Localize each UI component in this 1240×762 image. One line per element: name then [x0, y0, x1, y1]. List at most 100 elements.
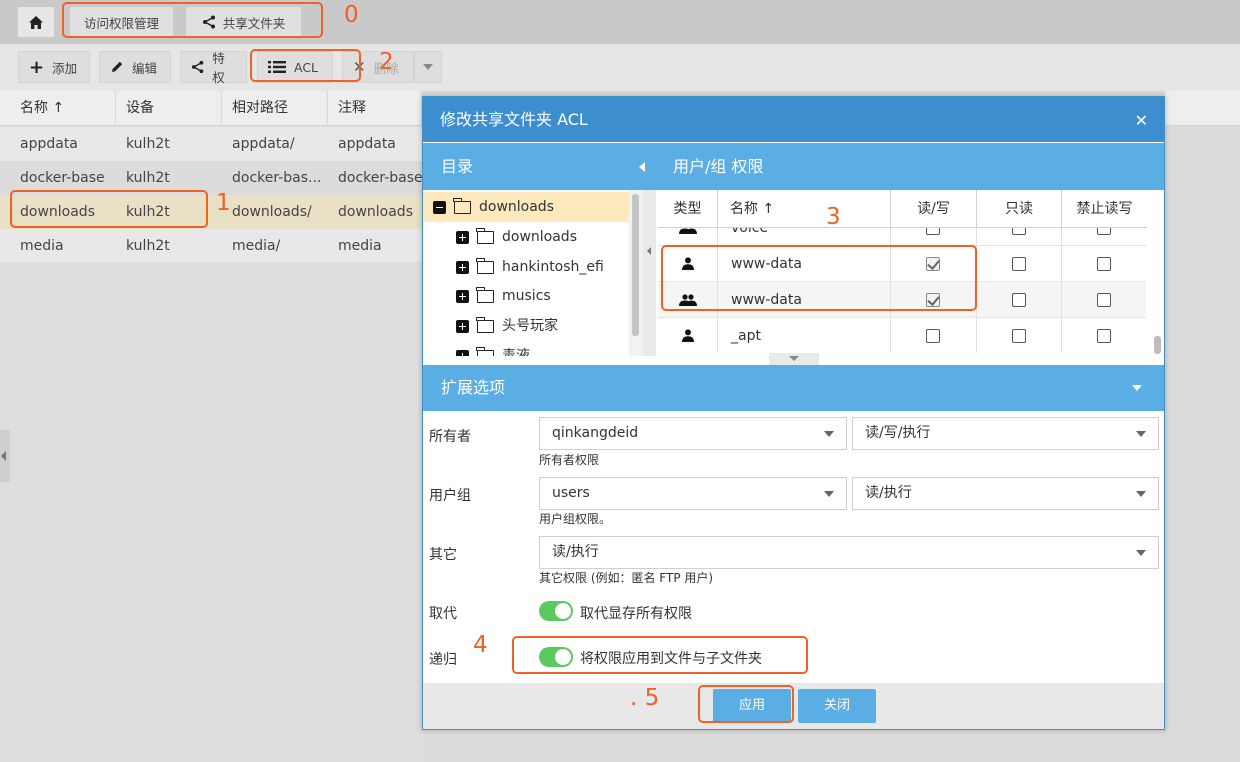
replace-text: 取代显存所有权限 [580, 606, 692, 622]
acl-scrollbar[interactable] [1152, 228, 1164, 356]
share-icon [191, 60, 204, 74]
expand-icon[interactable] [456, 230, 469, 244]
col-header-path[interactable]: 相对路径 [222, 91, 328, 126]
tree-node-label: downloads [502, 229, 577, 245]
collapse-left-icon[interactable] [639, 162, 645, 172]
directory-panel-header[interactable]: 目录 [423, 143, 655, 190]
folder-icon [476, 227, 494, 244]
cell-readwrite [891, 228, 977, 246]
tree-node[interactable]: 头号玩家 [423, 311, 558, 341]
add-button[interactable]: + 添加 [18, 51, 90, 83]
tree-node-root[interactable]: downloads [423, 192, 633, 222]
cell-path: downloads/ [232, 204, 312, 220]
chevron-down-icon [824, 491, 834, 497]
cell-device: kulh2t [126, 136, 170, 152]
readonly-checkbox[interactable] [1012, 257, 1026, 271]
edit-button[interactable]: 编辑 [99, 51, 171, 83]
deny-checkbox[interactable] [1097, 257, 1111, 271]
col-header-device[interactable]: 设备 [116, 91, 222, 126]
cell-readonly [977, 246, 1062, 282]
tree-node-label: hankintosh_efi [502, 259, 604, 275]
deny-checkbox[interactable] [1097, 329, 1111, 343]
cell-device: kulh2t [126, 238, 170, 254]
extended-options-title: 扩展选项 [441, 378, 506, 397]
collapse-handle[interactable] [0, 430, 10, 482]
tree-node[interactable]: downloads [423, 222, 577, 252]
table-row[interactable]: appdata kulh2t appdata/ appdata [0, 127, 422, 161]
acl-row[interactable]: _apt [658, 318, 1146, 353]
cell-path: docker-bas... [232, 170, 322, 186]
tree-scrollbar[interactable] [629, 190, 643, 356]
annotation-number-4: 4 [473, 632, 488, 658]
cell-path: appdata/ [232, 136, 295, 152]
owner-value: qinkangdeid [552, 425, 639, 441]
expand-icon[interactable] [456, 319, 469, 333]
cell-readwrite [891, 318, 977, 353]
acl-col-readonly[interactable]: 只读 [977, 190, 1062, 228]
col-header-name[interactable]: 名称 ↑ [10, 91, 116, 126]
collapse-icon[interactable] [433, 200, 446, 214]
acl-col-readwrite[interactable]: 读/写 [891, 190, 977, 228]
chevron-down-icon [423, 64, 433, 70]
dialog-title: 修改共享文件夹 ACL [440, 110, 588, 129]
acl-name: voice [718, 228, 891, 246]
more-dropdown-button[interactable] [414, 51, 442, 83]
other-permission-value: 读/执行 [552, 544, 599, 560]
privilege-button[interactable]: 特权 [180, 51, 247, 85]
tree-node[interactable]: 毒液 [423, 341, 530, 356]
tree-node[interactable]: musics [423, 281, 551, 311]
expand-icon[interactable] [456, 349, 469, 356]
add-label: 添加 [52, 60, 78, 76]
expand-down-handle[interactable] [769, 353, 819, 365]
folder-icon [476, 257, 494, 274]
annotation-number-0: 0 [344, 2, 359, 28]
extended-options-header[interactable]: 扩展选项 [423, 365, 1164, 411]
acl-col-type[interactable]: 类型 [658, 190, 718, 228]
acl-row[interactable]: voice [658, 228, 1146, 246]
readonly-checkbox[interactable] [1012, 329, 1026, 343]
tree-node[interactable]: hankintosh_efi [423, 252, 604, 282]
readwrite-checkbox[interactable] [926, 329, 940, 343]
annotation-box-0 [62, 2, 323, 38]
col-header-comment[interactable]: 注释 [328, 91, 422, 126]
tree-node-label: musics [502, 288, 551, 304]
table-empty-area [0, 262, 422, 762]
cell-name: appdata [20, 136, 78, 152]
chevron-down-icon [1136, 550, 1146, 556]
expand-icon[interactable] [456, 289, 469, 303]
table-row[interactable]: media kulh2t media/ media [0, 229, 422, 263]
readwrite-checkbox[interactable] [926, 228, 940, 235]
cell-readonly [977, 318, 1062, 353]
tree-node-label: downloads [479, 199, 554, 215]
group-select[interactable]: users [539, 477, 847, 510]
cell-path: media/ [232, 238, 281, 254]
acl-col-name[interactable]: 名称 ↑ [718, 190, 891, 228]
owner-permission-select[interactable]: 读/写/执行 [852, 417, 1159, 450]
cell-readonly [977, 228, 1062, 246]
panel-splitter[interactable] [643, 190, 656, 356]
home-button[interactable] [18, 7, 54, 37]
other-permission-select[interactable]: 读/执行 [539, 536, 1159, 569]
annotation-number-2: 2 [379, 49, 394, 75]
deny-checkbox[interactable] [1097, 228, 1111, 235]
group-permission-select[interactable]: 读/执行 [852, 477, 1159, 510]
group-permission-value: 读/执行 [865, 485, 912, 501]
annotation-box-4 [512, 636, 808, 674]
recursive-label: 递归 [429, 652, 457, 668]
plus-icon: + [29, 56, 45, 78]
replace-toggle[interactable] [539, 601, 573, 621]
acl-col-deny[interactable]: 禁止读写 [1062, 190, 1147, 228]
close-button[interactable]: 关闭 [798, 689, 876, 723]
chevron-down-icon [1132, 385, 1142, 391]
expand-icon[interactable] [456, 260, 469, 274]
readonly-checkbox[interactable] [1012, 293, 1026, 307]
annotation-box-1 [10, 190, 208, 228]
other-label: 其它 [429, 547, 457, 563]
annotation-number-5: . 5 [630, 685, 660, 711]
directory-panel-title: 目录 [441, 157, 474, 176]
deny-checkbox[interactable] [1097, 293, 1111, 307]
chevron-down-icon [824, 431, 834, 437]
owner-select[interactable]: qinkangdeid [539, 417, 847, 450]
readonly-checkbox[interactable] [1012, 228, 1026, 235]
close-icon[interactable]: ✕ [1135, 111, 1148, 130]
